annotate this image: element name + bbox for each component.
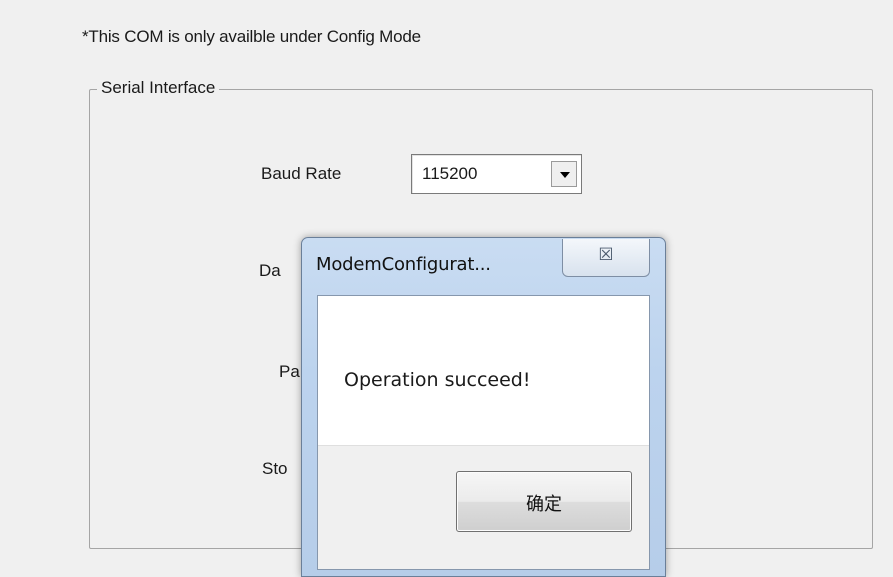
dialog-message: Operation succeed! xyxy=(344,369,531,391)
baud-rate-label: Baud Rate xyxy=(261,164,342,183)
ok-button[interactable]: 确定 xyxy=(456,471,632,532)
message-dialog: ModemConfigurat... ☒ Operation succeed! … xyxy=(301,237,666,577)
data-bits-label: Da xyxy=(259,261,281,280)
parity-label: Pa xyxy=(279,362,300,381)
serial-interface-legend: Serial Interface xyxy=(97,78,220,98)
dialog-button-bar: 确定 xyxy=(318,445,649,569)
chevron-down-icon[interactable] xyxy=(551,161,577,187)
dialog-title: ModemConfigurat... xyxy=(316,254,491,275)
dialog-close-button[interactable]: ☒ xyxy=(562,239,650,277)
config-mode-note: *This COM is only availble under Config … xyxy=(82,27,421,46)
baud-rate-value: 115200 xyxy=(422,164,478,183)
close-icon: ☒ xyxy=(598,245,614,265)
dialog-content: Operation succeed! 确定 xyxy=(317,295,650,570)
stop-bits-label: Sto xyxy=(262,459,288,478)
baud-rate-select[interactable]: 115200 xyxy=(411,154,582,194)
ok-button-label: 确定 xyxy=(526,494,562,515)
